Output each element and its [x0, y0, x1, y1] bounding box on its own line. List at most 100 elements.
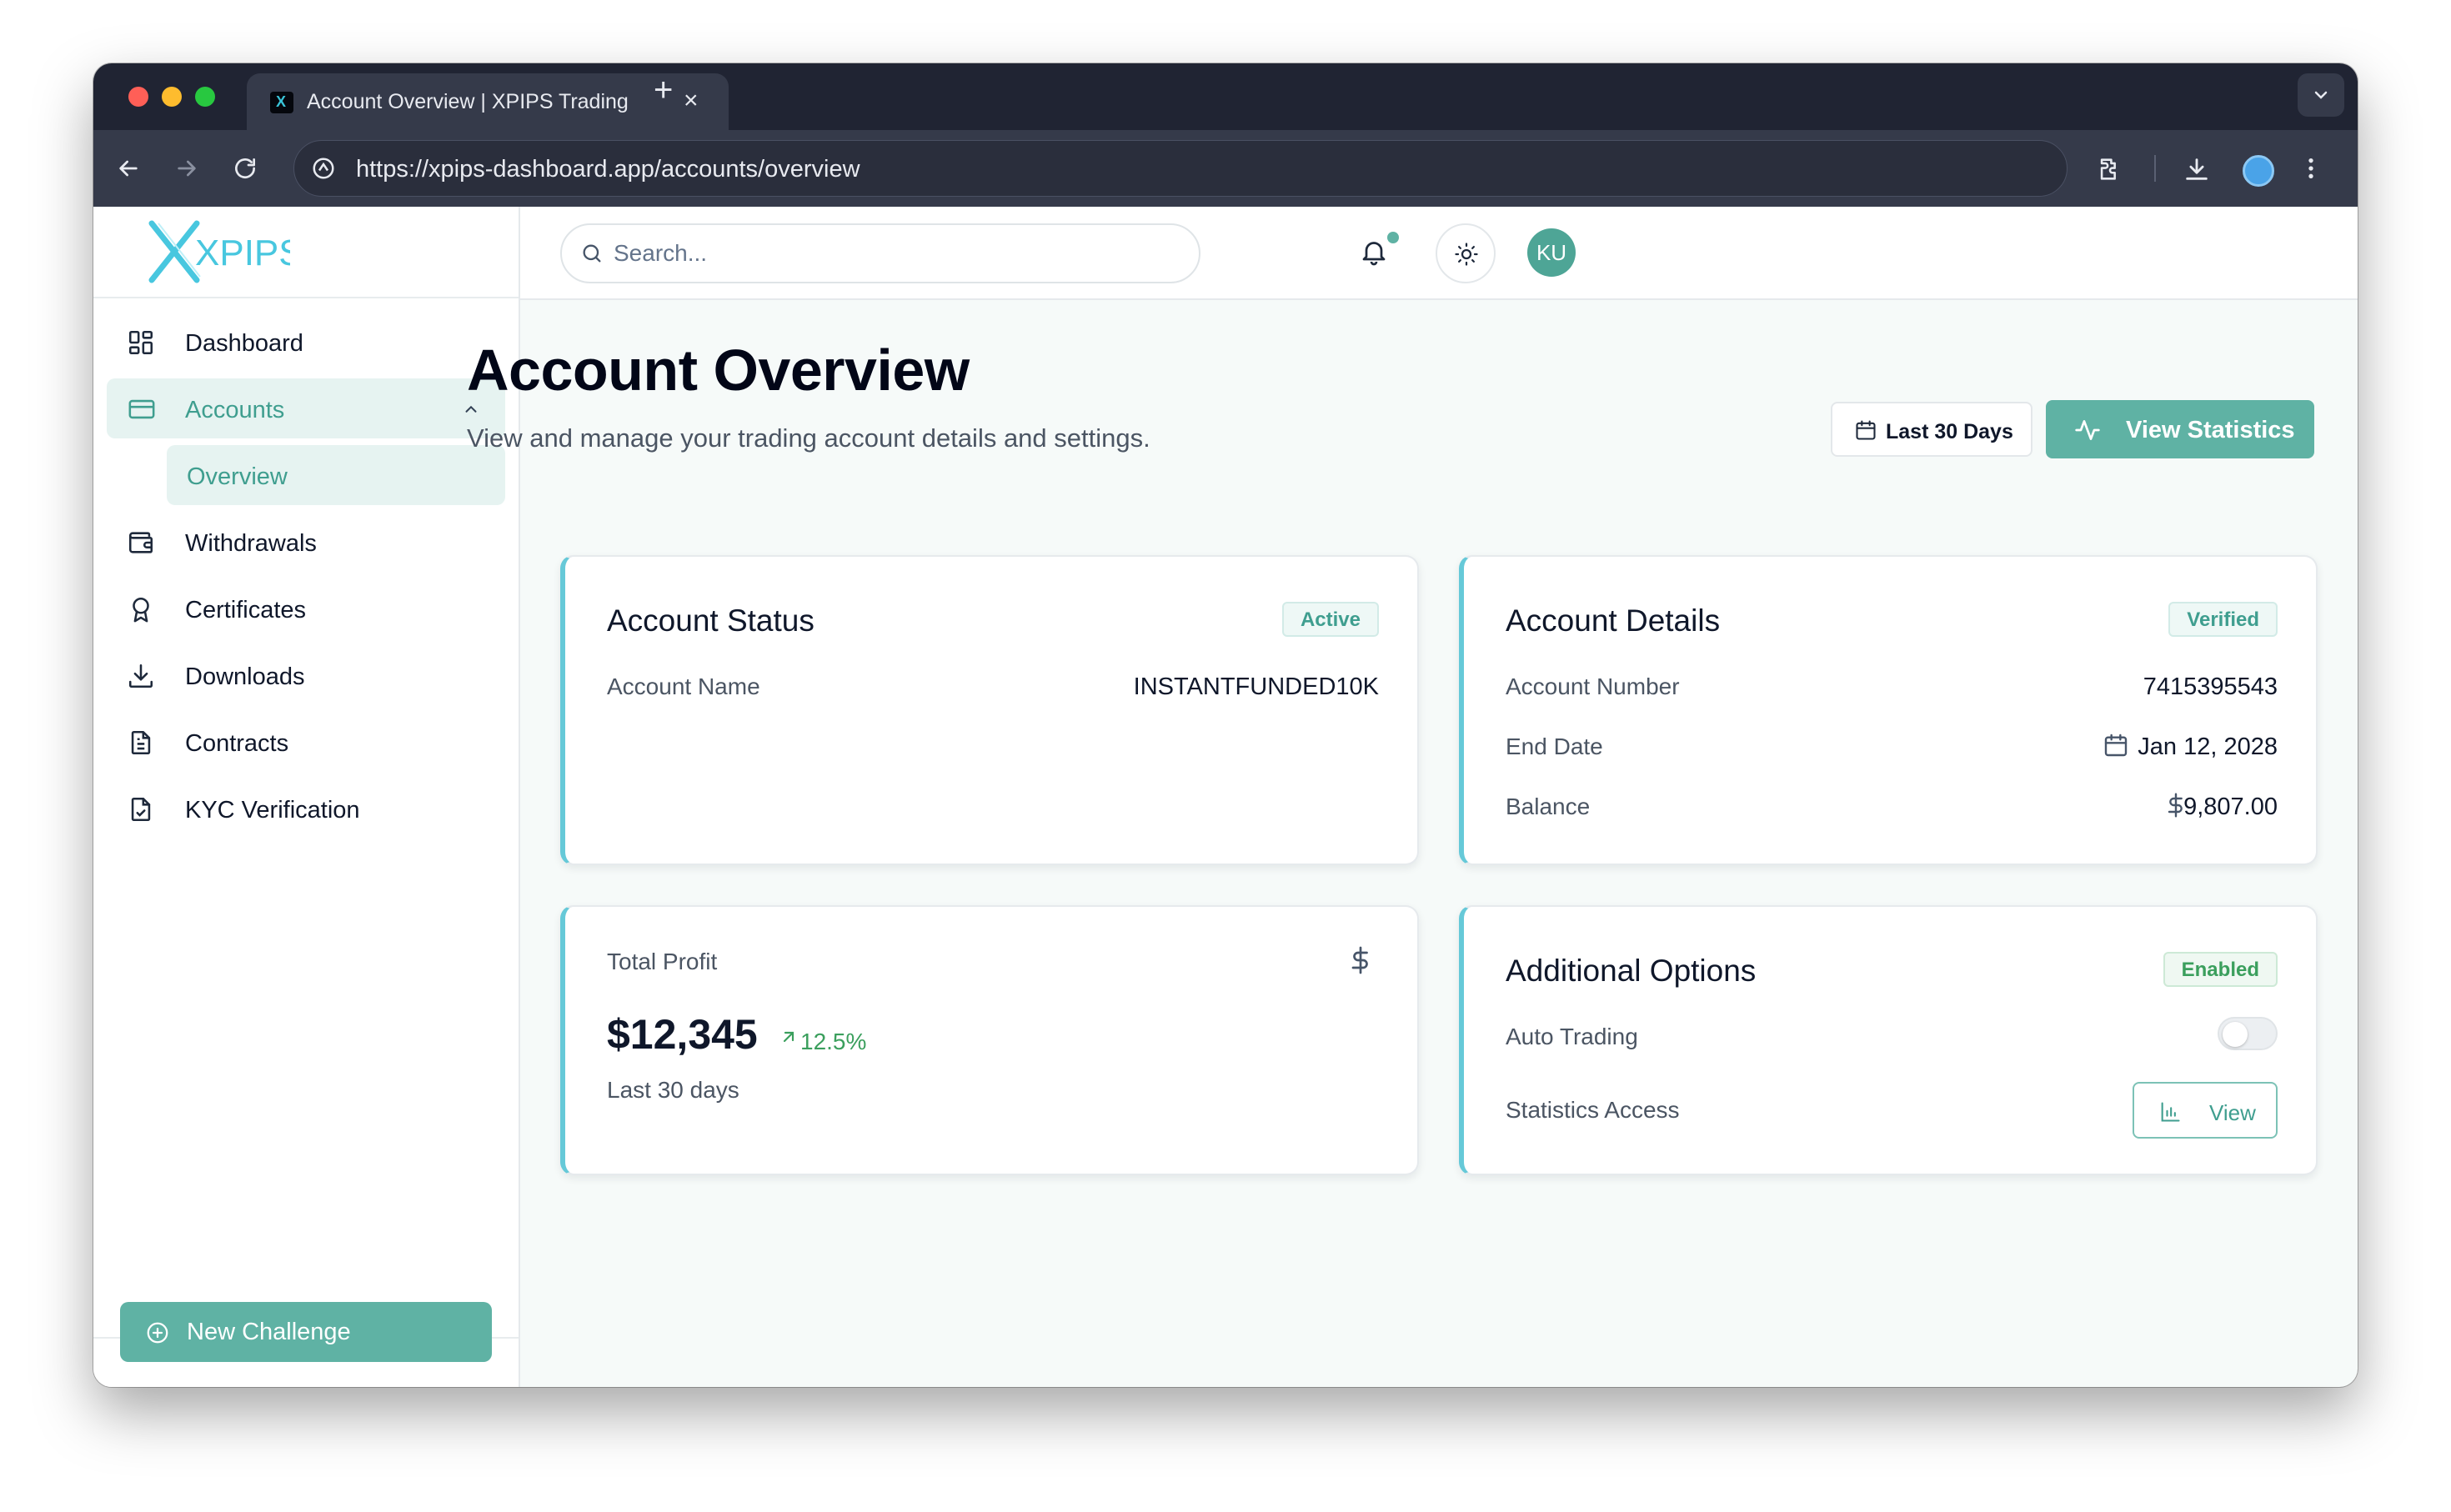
minimize-window-button[interactable] [162, 87, 182, 107]
xpips-logo[interactable]: XPIPS [148, 218, 290, 285]
account-number-value: 7415395543 [2143, 673, 2278, 700]
profit-period: Last 30 days [607, 1077, 739, 1103]
view-statistics-label: View Statistics [2126, 417, 2295, 443]
search-input[interactable] [614, 238, 1180, 268]
browser-window: Account Overview | XPIPS Trading × + htt… [93, 63, 2358, 1387]
tab-close-icon[interactable]: × [684, 87, 699, 115]
calendar-icon [1856, 420, 1876, 440]
top-header: KU [520, 207, 2358, 300]
account-details-card: Account Details Verified Account Number … [1459, 555, 2318, 865]
chevron-down-icon [2314, 91, 2328, 99]
date-range-label: Last 30 Days [1886, 420, 2013, 443]
site-info-icon[interactable] [311, 156, 336, 181]
sidebar-item-label: Contracts [185, 730, 289, 757]
new-challenge-button[interactable]: New Challenge [120, 1302, 492, 1362]
address-bar[interactable]: https://xpips-dashboard.app/accounts/ove… [293, 140, 2068, 197]
file-check-icon [131, 797, 151, 822]
additional-options-card: Additional Options Enabled Auto Trading … [1459, 905, 2318, 1175]
page-subtitle: View and manage your trading account det… [467, 423, 1150, 453]
auto-trading-toggle[interactable] [2218, 1017, 2278, 1050]
account-name-label: Account Name [607, 673, 760, 699]
toggle-knob [2223, 1022, 2248, 1047]
notification-dot [1387, 232, 1399, 243]
sidebar-item-downloads[interactable]: Downloads [107, 645, 505, 705]
extensions-icon[interactable] [2096, 155, 2124, 183]
enabled-badge: Enabled [2163, 952, 2278, 987]
bell-icon[interactable] [1359, 237, 1389, 267]
activity-icon [2075, 420, 2100, 440]
view-statistics-access-button[interactable]: View [2133, 1082, 2278, 1139]
date-range-button[interactable]: Last 30 Days [1831, 402, 2032, 457]
arrow-up-right-icon [783, 1031, 794, 1043]
file-text-icon [131, 730, 151, 755]
card-title: Account Status [607, 603, 814, 638]
calendar-icon [2104, 733, 2128, 757]
sidebar-item-certificates[interactable]: Certificates [107, 578, 505, 638]
dollar-icon [1351, 946, 1368, 974]
download-icon[interactable] [2183, 155, 2211, 183]
close-window-button[interactable] [128, 87, 148, 107]
sidebar-subitem-label: Overview [187, 463, 288, 490]
card-title: Account Details [1506, 603, 1721, 638]
sidebar-item-label: Certificates [185, 597, 307, 623]
search-box[interactable] [560, 223, 1200, 283]
reload-icon[interactable] [232, 155, 258, 182]
status-badge: Active [1281, 602, 1379, 637]
view-label: View [2209, 1100, 2256, 1125]
award-icon [133, 597, 149, 623]
account-number-label: Account Number [1506, 673, 1680, 699]
balance-label: Balance [1506, 794, 1591, 819]
new-challenge-label: New Challenge [187, 1319, 351, 1345]
maximize-window-button[interactable] [195, 87, 215, 107]
tab-search-button[interactable] [2298, 73, 2344, 117]
balance-value: 9,807.00 [2183, 794, 2278, 820]
statistics-access-label: Statistics Access [1506, 1097, 1680, 1123]
wallet-icon [128, 532, 153, 553]
sidebar-subitem-overview[interactable]: Overview [167, 445, 505, 505]
url-text: https://xpips-dashboard.app/accounts/ove… [356, 156, 860, 183]
card-title: Additional Options [1506, 954, 1757, 988]
profile-icon[interactable] [2243, 155, 2274, 187]
account-status-card: Account Status Active Account Name INSTA… [560, 555, 1419, 865]
more-menu-icon[interactable] [2298, 155, 2324, 182]
view-statistics-button[interactable]: View Statistics [2046, 400, 2314, 458]
sun-icon [1455, 243, 1478, 266]
tab-strip: Account Overview | XPIPS Trading × + [93, 63, 2358, 130]
sidebar-item-label: KYC Verification [185, 797, 360, 824]
page-title: Account Overview [467, 338, 970, 403]
total-profit-label: Total Profit [607, 949, 718, 974]
tab-title: Account Overview | XPIPS Trading [307, 90, 629, 113]
sidebar-item-dashboard[interactable]: Dashboard [107, 312, 505, 372]
total-profit-card: Total Profit $12,345 12.5% Last 30 days [560, 905, 1419, 1175]
theme-toggle-button[interactable] [1436, 223, 1496, 283]
sidebar-item-label: Dashboard [185, 330, 303, 357]
sidebar-item-contracts[interactable]: Contracts [107, 712, 505, 772]
sidebar-item-withdrawals[interactable]: Withdrawals [107, 512, 505, 572]
avatar[interactable]: KU [1527, 228, 1576, 277]
sidebar-item-kyc-verification[interactable]: KYC Verification [107, 779, 505, 839]
plus-circle-icon [147, 1322, 168, 1344]
profit-change: 12.5% [800, 1029, 867, 1054]
auto-trading-label: Auto Trading [1506, 1024, 1638, 1049]
sidebar-item-label: Downloads [185, 663, 305, 690]
back-icon[interactable] [115, 155, 142, 182]
bar-chart-icon [2161, 1102, 2180, 1122]
verified-badge: Verified [2168, 602, 2278, 637]
logo-text: XPIPS [195, 233, 290, 273]
sidebar-item-label: Accounts [185, 397, 285, 423]
sidebar-divider [93, 297, 519, 298]
sidebar-item-accounts[interactable]: Accounts [107, 378, 505, 438]
search-icon [583, 244, 601, 263]
favicon-icon [270, 92, 293, 113]
sidebar: XPIPS Dashboard Accounts Overview Withdr… [93, 207, 520, 1387]
end-date-label: End Date [1506, 733, 1603, 759]
browser-toolbar: https://xpips-dashboard.app/accounts/ove… [93, 130, 2358, 207]
account-name-value: INSTANTFUNDED10K [1133, 673, 1379, 700]
forward-icon[interactable] [173, 155, 200, 182]
dashboard-icon [128, 330, 153, 355]
sidebar-item-label: Withdrawals [185, 530, 317, 557]
card-icon [128, 399, 155, 419]
new-tab-button[interactable]: + [654, 72, 673, 109]
total-profit-value: $12,345 [607, 1011, 758, 1058]
download-icon [128, 663, 153, 688]
